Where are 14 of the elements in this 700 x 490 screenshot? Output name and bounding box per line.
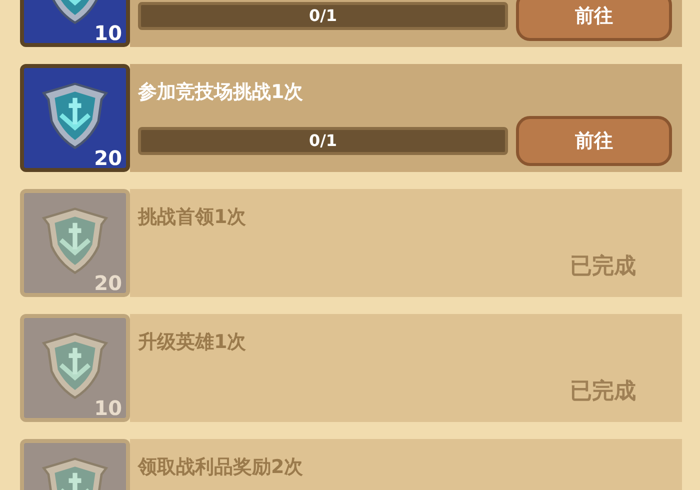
task-title: 挑战首领1次 [138, 205, 248, 230]
progress-text: 0/1 [308, 130, 338, 152]
task-title: 参加竞技场挑战1次 [138, 80, 304, 105]
task-title: 领取战利品奖励2次 [138, 455, 304, 480]
reward-count: 10 [94, 23, 122, 43]
completed-label: 已完成 [570, 378, 636, 406]
reward-count: 20 [94, 148, 122, 168]
progress-text: 0/1 [308, 5, 338, 27]
go-button[interactable]: 前往 [516, 0, 672, 41]
reward-count: 20 [94, 273, 122, 293]
completed-label: 已完成 [570, 252, 636, 280]
go-button[interactable]: 前往 [516, 116, 672, 166]
reward-count: 10 [94, 398, 122, 418]
task-title: 升级英雄1次 [138, 330, 248, 355]
